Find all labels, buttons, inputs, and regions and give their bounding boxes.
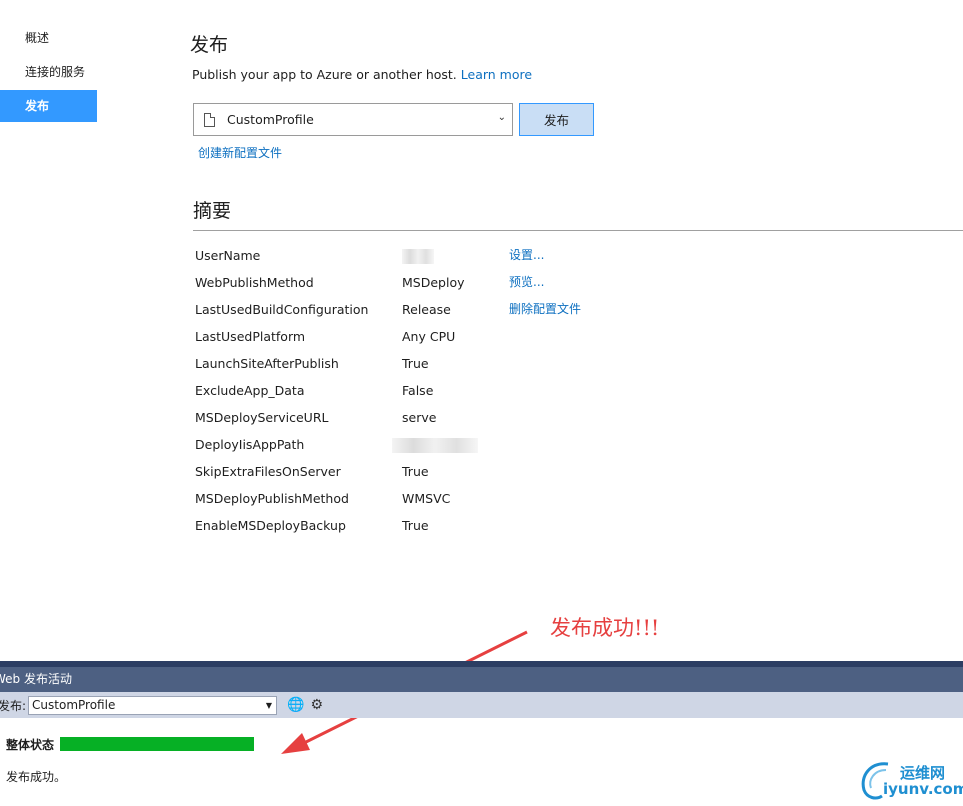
- panel-profile-value: CustomProfile: [32, 697, 116, 712]
- summary-properties: UserName WebPublishMethod MSDeploy LastU…: [195, 242, 515, 539]
- page-title: 发布: [190, 34, 229, 56]
- learn-more-link[interactable]: Learn more: [461, 67, 532, 82]
- property-value: MSDeploy: [402, 275, 465, 290]
- watermark-logo: 运维网 iyunv.com: [858, 758, 963, 802]
- property-value: Release: [402, 302, 451, 317]
- property-row: LastUsedPlatform Any CPU: [195, 323, 515, 350]
- nav-item-overview[interactable]: 概述: [0, 22, 97, 54]
- create-new-profile-link[interactable]: 创建新配置文件: [198, 144, 282, 161]
- property-row: LaunchSiteAfterPublish True: [195, 350, 515, 377]
- property-value: WMSVC: [402, 491, 451, 506]
- property-row: UserName: [195, 242, 515, 269]
- page-subtitle: Publish your app to Azure or another hos…: [192, 67, 532, 82]
- property-value: serve: [402, 410, 437, 425]
- subtitle-text: Publish your app to Azure or another hos…: [192, 67, 457, 82]
- nav-item-connected-services[interactable]: 连接的服务: [0, 56, 97, 88]
- overall-status-label: 整体状态: [6, 738, 55, 752]
- settings-link[interactable]: 设置...: [509, 242, 581, 269]
- property-value: True: [402, 518, 429, 533]
- property-key: MSDeployServiceURL: [195, 410, 329, 425]
- property-row: LastUsedBuildConfiguration Release: [195, 296, 515, 323]
- property-value: False: [402, 383, 434, 398]
- progress-fill: [60, 737, 254, 751]
- property-key: ExcludeApp_Data: [195, 383, 305, 398]
- globe-icon[interactable]: 🌐: [287, 697, 304, 713]
- property-row: WebPublishMethod MSDeploy: [195, 269, 515, 296]
- dropdown-arrow-icon: ▼: [265, 700, 273, 710]
- publish-button[interactable]: 发布: [519, 103, 594, 136]
- property-row: MSDeployServiceURL serve: [195, 404, 515, 431]
- overall-status-progress: [60, 737, 254, 751]
- annotation-text: 发布成功!!!: [550, 616, 660, 640]
- property-key: LastUsedPlatform: [195, 329, 306, 344]
- property-row: MSDeployPublishMethod WMSVC: [195, 485, 515, 512]
- property-row: DeployIisAppPath: [195, 431, 515, 458]
- delete-profile-link[interactable]: 删除配置文件: [509, 296, 581, 323]
- property-value: True: [402, 464, 429, 479]
- property-key: SkipExtraFilesOnServer: [195, 464, 341, 479]
- property-value-redacted: [392, 431, 478, 458]
- property-value: True: [402, 356, 429, 371]
- property-row: SkipExtraFilesOnServer True: [195, 458, 515, 485]
- toolbar-label: 发布:: [0, 698, 27, 713]
- property-key: LastUsedBuildConfiguration: [195, 302, 369, 317]
- chevron-down-icon: ⌄: [497, 112, 506, 123]
- profile-dropdown[interactable]: CustomProfile ⌄: [193, 103, 513, 136]
- summary-actions: 设置... 预览... 删除配置文件: [509, 242, 581, 323]
- arrow-head: [281, 733, 310, 754]
- gear-icon[interactable]: ⚙: [310, 697, 323, 713]
- panel-toolbar: 发布: CustomProfile ▼ 🌐 ⚙: [0, 692, 963, 718]
- web-publish-activity-header: Web 发布活动: [0, 667, 963, 692]
- property-key: EnableMSDeployBackup: [195, 518, 346, 533]
- side-nav: 概述 连接的服务 发布: [0, 22, 97, 124]
- property-value-redacted: [402, 242, 434, 269]
- property-row: ExcludeApp_Data False: [195, 377, 515, 404]
- nav-item-publish[interactable]: 发布: [0, 90, 97, 122]
- profile-dropdown-value: CustomProfile: [227, 112, 314, 127]
- status-message: 发布成功。: [6, 770, 67, 784]
- property-key: LaunchSiteAfterPublish: [195, 356, 339, 371]
- preview-link[interactable]: 预览...: [509, 269, 581, 296]
- property-row: EnableMSDeployBackup True: [195, 512, 515, 539]
- property-key: UserName: [195, 248, 261, 263]
- watermark-en: iyunv.com: [883, 780, 963, 798]
- property-key: DeployIisAppPath: [195, 437, 305, 452]
- property-key: MSDeployPublishMethod: [195, 491, 349, 506]
- document-icon: [204, 112, 215, 127]
- property-value: Any CPU: [402, 329, 456, 344]
- summary-divider: [193, 230, 963, 231]
- summary-title: 摘要: [193, 200, 232, 222]
- property-key: WebPublishMethod: [195, 275, 314, 290]
- panel-profile-dropdown[interactable]: CustomProfile ▼: [28, 695, 278, 715]
